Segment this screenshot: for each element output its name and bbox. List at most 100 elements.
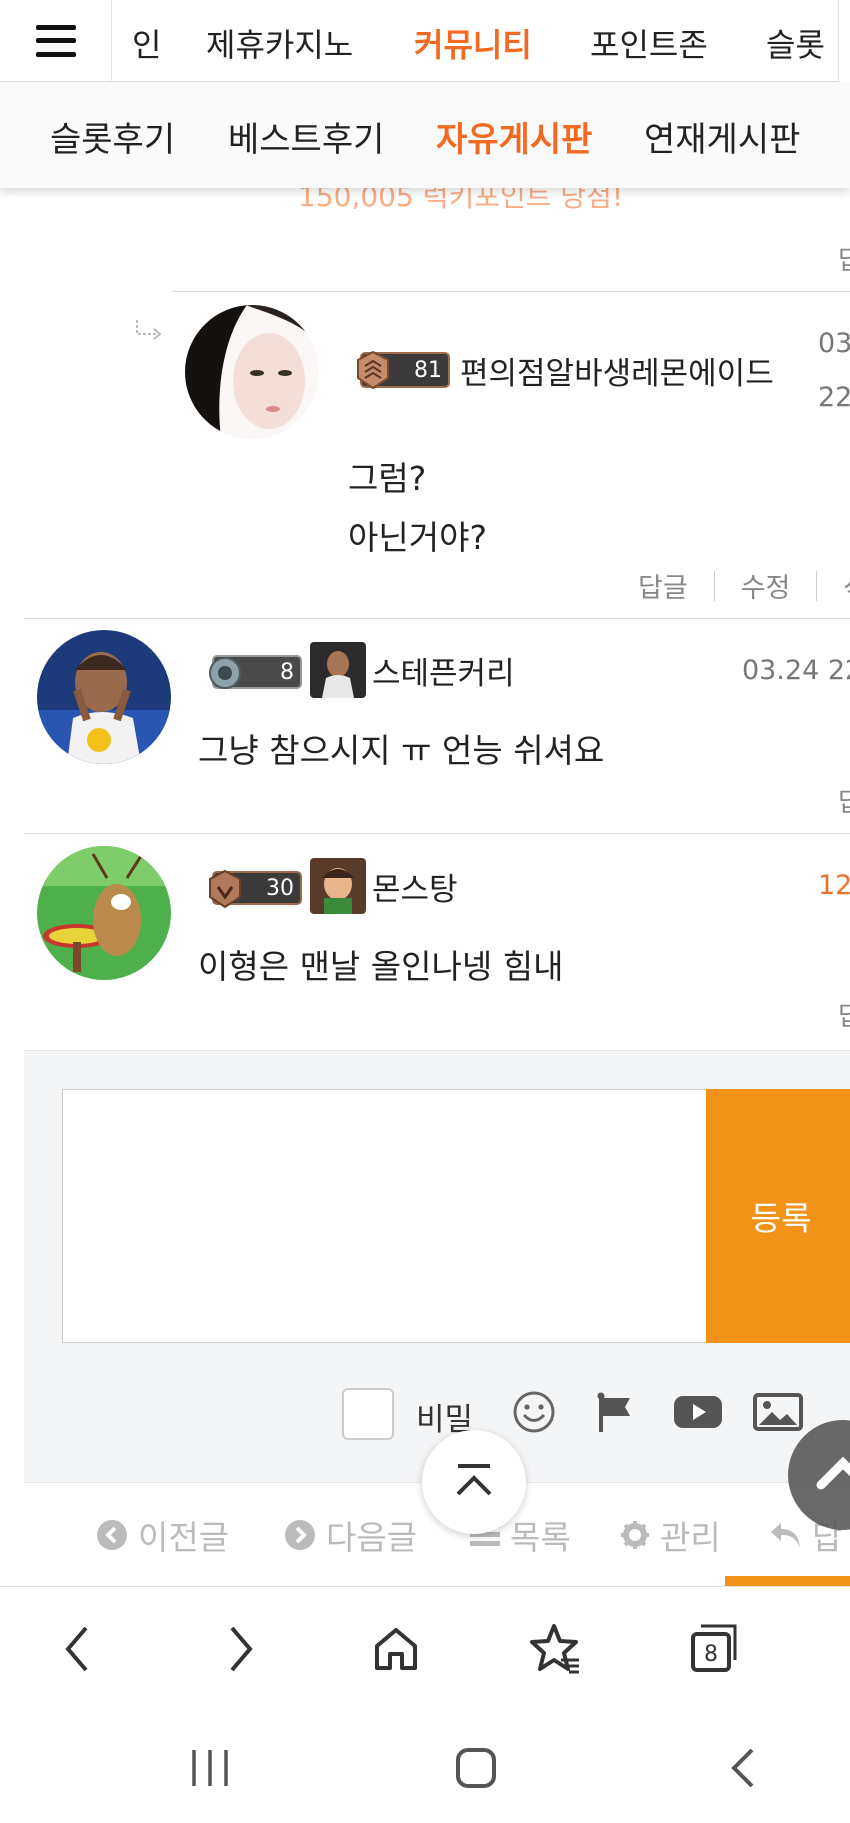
chevron-right-circle-icon bbox=[285, 1520, 315, 1550]
top-nav-item-point-zone[interactable]: 포인트존 bbox=[590, 20, 708, 66]
chevron-right-icon bbox=[230, 1626, 253, 1672]
chevron-left-circle-icon bbox=[97, 1520, 127, 1550]
tabs-button[interactable]: 8 bbox=[684, 1619, 744, 1679]
next-post-label: 다음글 bbox=[326, 1518, 418, 1557]
comment-author[interactable]: 몬스탕 bbox=[372, 864, 458, 909]
secret-checkbox[interactable] bbox=[342, 1388, 394, 1440]
level-badge: 30 bbox=[209, 869, 302, 909]
comment-actions: 답글 수정 삭 bbox=[638, 566, 850, 605]
prev-post-button[interactable]: 이전글 bbox=[96, 1511, 229, 1559]
home-square-icon bbox=[456, 1748, 496, 1788]
home-button[interactable] bbox=[366, 1619, 426, 1679]
comment-text: 이형은 맨날 올인나넹 힘내 bbox=[198, 947, 564, 986]
chevron-up-icon bbox=[816, 1456, 850, 1490]
basketball-player-avatar bbox=[37, 630, 171, 764]
top-nav-item-slot[interactable]: 슬롯 bbox=[766, 20, 825, 66]
submit-button[interactable]: 등록 bbox=[706, 1089, 850, 1343]
avatar[interactable] bbox=[37, 846, 171, 980]
comment-text-line: 아닌거야? bbox=[348, 518, 487, 557]
manage-label: 관리 bbox=[660, 1518, 721, 1557]
comment-author[interactable]: 편의점알바생레몬에이드 bbox=[460, 348, 774, 393]
avatar[interactable] bbox=[185, 305, 319, 439]
nav-edge bbox=[838, 0, 850, 82]
level-number: 30 bbox=[266, 875, 294, 901]
avatar[interactable] bbox=[37, 630, 171, 764]
reply-link[interactable]: 답 bbox=[838, 240, 850, 277]
comment-time: 22 bbox=[818, 382, 850, 413]
player-thumbnail-icon bbox=[310, 642, 366, 698]
prev-post-label: 이전글 bbox=[138, 1518, 230, 1557]
image-icon[interactable] bbox=[752, 1388, 804, 1436]
chevron-left-icon bbox=[731, 1748, 754, 1788]
hamburger-icon bbox=[35, 24, 76, 57]
flag-icon[interactable] bbox=[592, 1388, 640, 1436]
divider bbox=[24, 833, 850, 834]
forward-button[interactable] bbox=[210, 1619, 270, 1679]
user-icon-image bbox=[310, 642, 366, 698]
level-number: 81 bbox=[414, 357, 442, 383]
star-icon bbox=[530, 1624, 579, 1674]
recent-apps-icon bbox=[192, 1750, 228, 1786]
smile-icon[interactable] bbox=[510, 1388, 558, 1436]
level-number: 8 bbox=[280, 659, 294, 685]
next-post-button[interactable]: 다음글 bbox=[284, 1511, 417, 1559]
sub-nav-slot-review[interactable]: 슬롯후기 bbox=[50, 112, 175, 161]
cartoon-character-icon bbox=[310, 858, 366, 914]
sub-nav-free-board[interactable]: 자유게시판 bbox=[436, 112, 592, 161]
reply-button[interactable]: 답 bbox=[838, 782, 850, 819]
bookmarks-button[interactable] bbox=[524, 1619, 584, 1679]
comment-date: 03.24 22 bbox=[742, 655, 850, 686]
level-badge: 81 bbox=[357, 350, 450, 390]
comment-author[interactable]: 스테픈커리 bbox=[372, 648, 515, 693]
comment-date: 03 bbox=[818, 328, 850, 359]
home-icon bbox=[375, 1628, 417, 1670]
scroll-to-top-button[interactable] bbox=[422, 1430, 526, 1534]
tab-count: 8 bbox=[704, 1642, 718, 1667]
rank-emblem-icon bbox=[357, 350, 389, 390]
tabs-icon: 8 bbox=[691, 1624, 737, 1672]
reply-button[interactable]: 답글 bbox=[638, 566, 688, 605]
top-nav-item-community[interactable]: 커뮤니티 bbox=[414, 20, 532, 66]
recent-apps-button[interactable] bbox=[180, 1740, 240, 1796]
page: 인 제휴카지노 커뮤니티 포인트존 슬롯 슬롯후기 베스트후기 자유게시판 연재… bbox=[0, 0, 850, 1823]
user-icon-image bbox=[310, 858, 366, 914]
accent-bar bbox=[725, 1576, 850, 1586]
list-label: 목록 bbox=[510, 1518, 571, 1557]
youtube-icon[interactable] bbox=[672, 1388, 724, 1436]
sub-nav-series-board[interactable]: 연재게시판 bbox=[644, 112, 800, 161]
reply-icon bbox=[771, 1523, 800, 1547]
reply-arrow-icon bbox=[136, 320, 162, 340]
reply-button[interactable]: 답 bbox=[838, 996, 850, 1033]
edit-button[interactable]: 수정 bbox=[741, 566, 791, 605]
chevron-left-icon bbox=[65, 1626, 88, 1672]
separator bbox=[713, 570, 715, 601]
level-badge: 8 bbox=[209, 655, 302, 689]
top-nav-item-partner-casino[interactable]: 제휴카지노 bbox=[206, 20, 353, 66]
separator bbox=[816, 570, 818, 601]
home-system-button[interactable] bbox=[446, 1740, 506, 1796]
chevron-up-icon bbox=[456, 1464, 492, 1496]
rank-emblem-icon bbox=[209, 657, 241, 689]
system-nav-bar bbox=[0, 1714, 850, 1823]
menu-button[interactable] bbox=[0, 0, 112, 82]
rank-emblem-icon bbox=[209, 869, 241, 909]
divider bbox=[24, 618, 850, 619]
comment-date: 12 bbox=[818, 870, 850, 901]
delete-button[interactable]: 삭 bbox=[843, 566, 850, 605]
cartoon-cockroach-avatar bbox=[37, 846, 171, 980]
comment-input[interactable] bbox=[62, 1089, 708, 1343]
back-button[interactable] bbox=[48, 1619, 108, 1679]
top-nav: 인 제휴카지노 커뮤니티 포인트존 슬롯 bbox=[0, 0, 850, 82]
browser-toolbar: 8 bbox=[0, 1586, 850, 1714]
comment-text: 그냥 참으시지 ㅠ 언능 쉬셔요 bbox=[198, 731, 605, 770]
woman-portrait-avatar bbox=[185, 305, 319, 439]
back-system-button[interactable] bbox=[714, 1740, 774, 1796]
divider bbox=[172, 291, 850, 292]
comment-text-line: 그럼? bbox=[348, 459, 427, 498]
sub-nav: 슬롯후기 베스트후기 자유게시판 연재게시판 bbox=[0, 82, 850, 188]
top-nav-item-partial[interactable]: 인 bbox=[132, 20, 161, 66]
manage-button[interactable]: 관리 bbox=[620, 1511, 721, 1559]
sub-nav-best-review[interactable]: 베스트후기 bbox=[228, 112, 384, 161]
gear-icon bbox=[621, 1521, 649, 1549]
top-nav-items: 인 제휴카지노 커뮤니티 포인트존 슬롯 bbox=[112, 0, 850, 82]
